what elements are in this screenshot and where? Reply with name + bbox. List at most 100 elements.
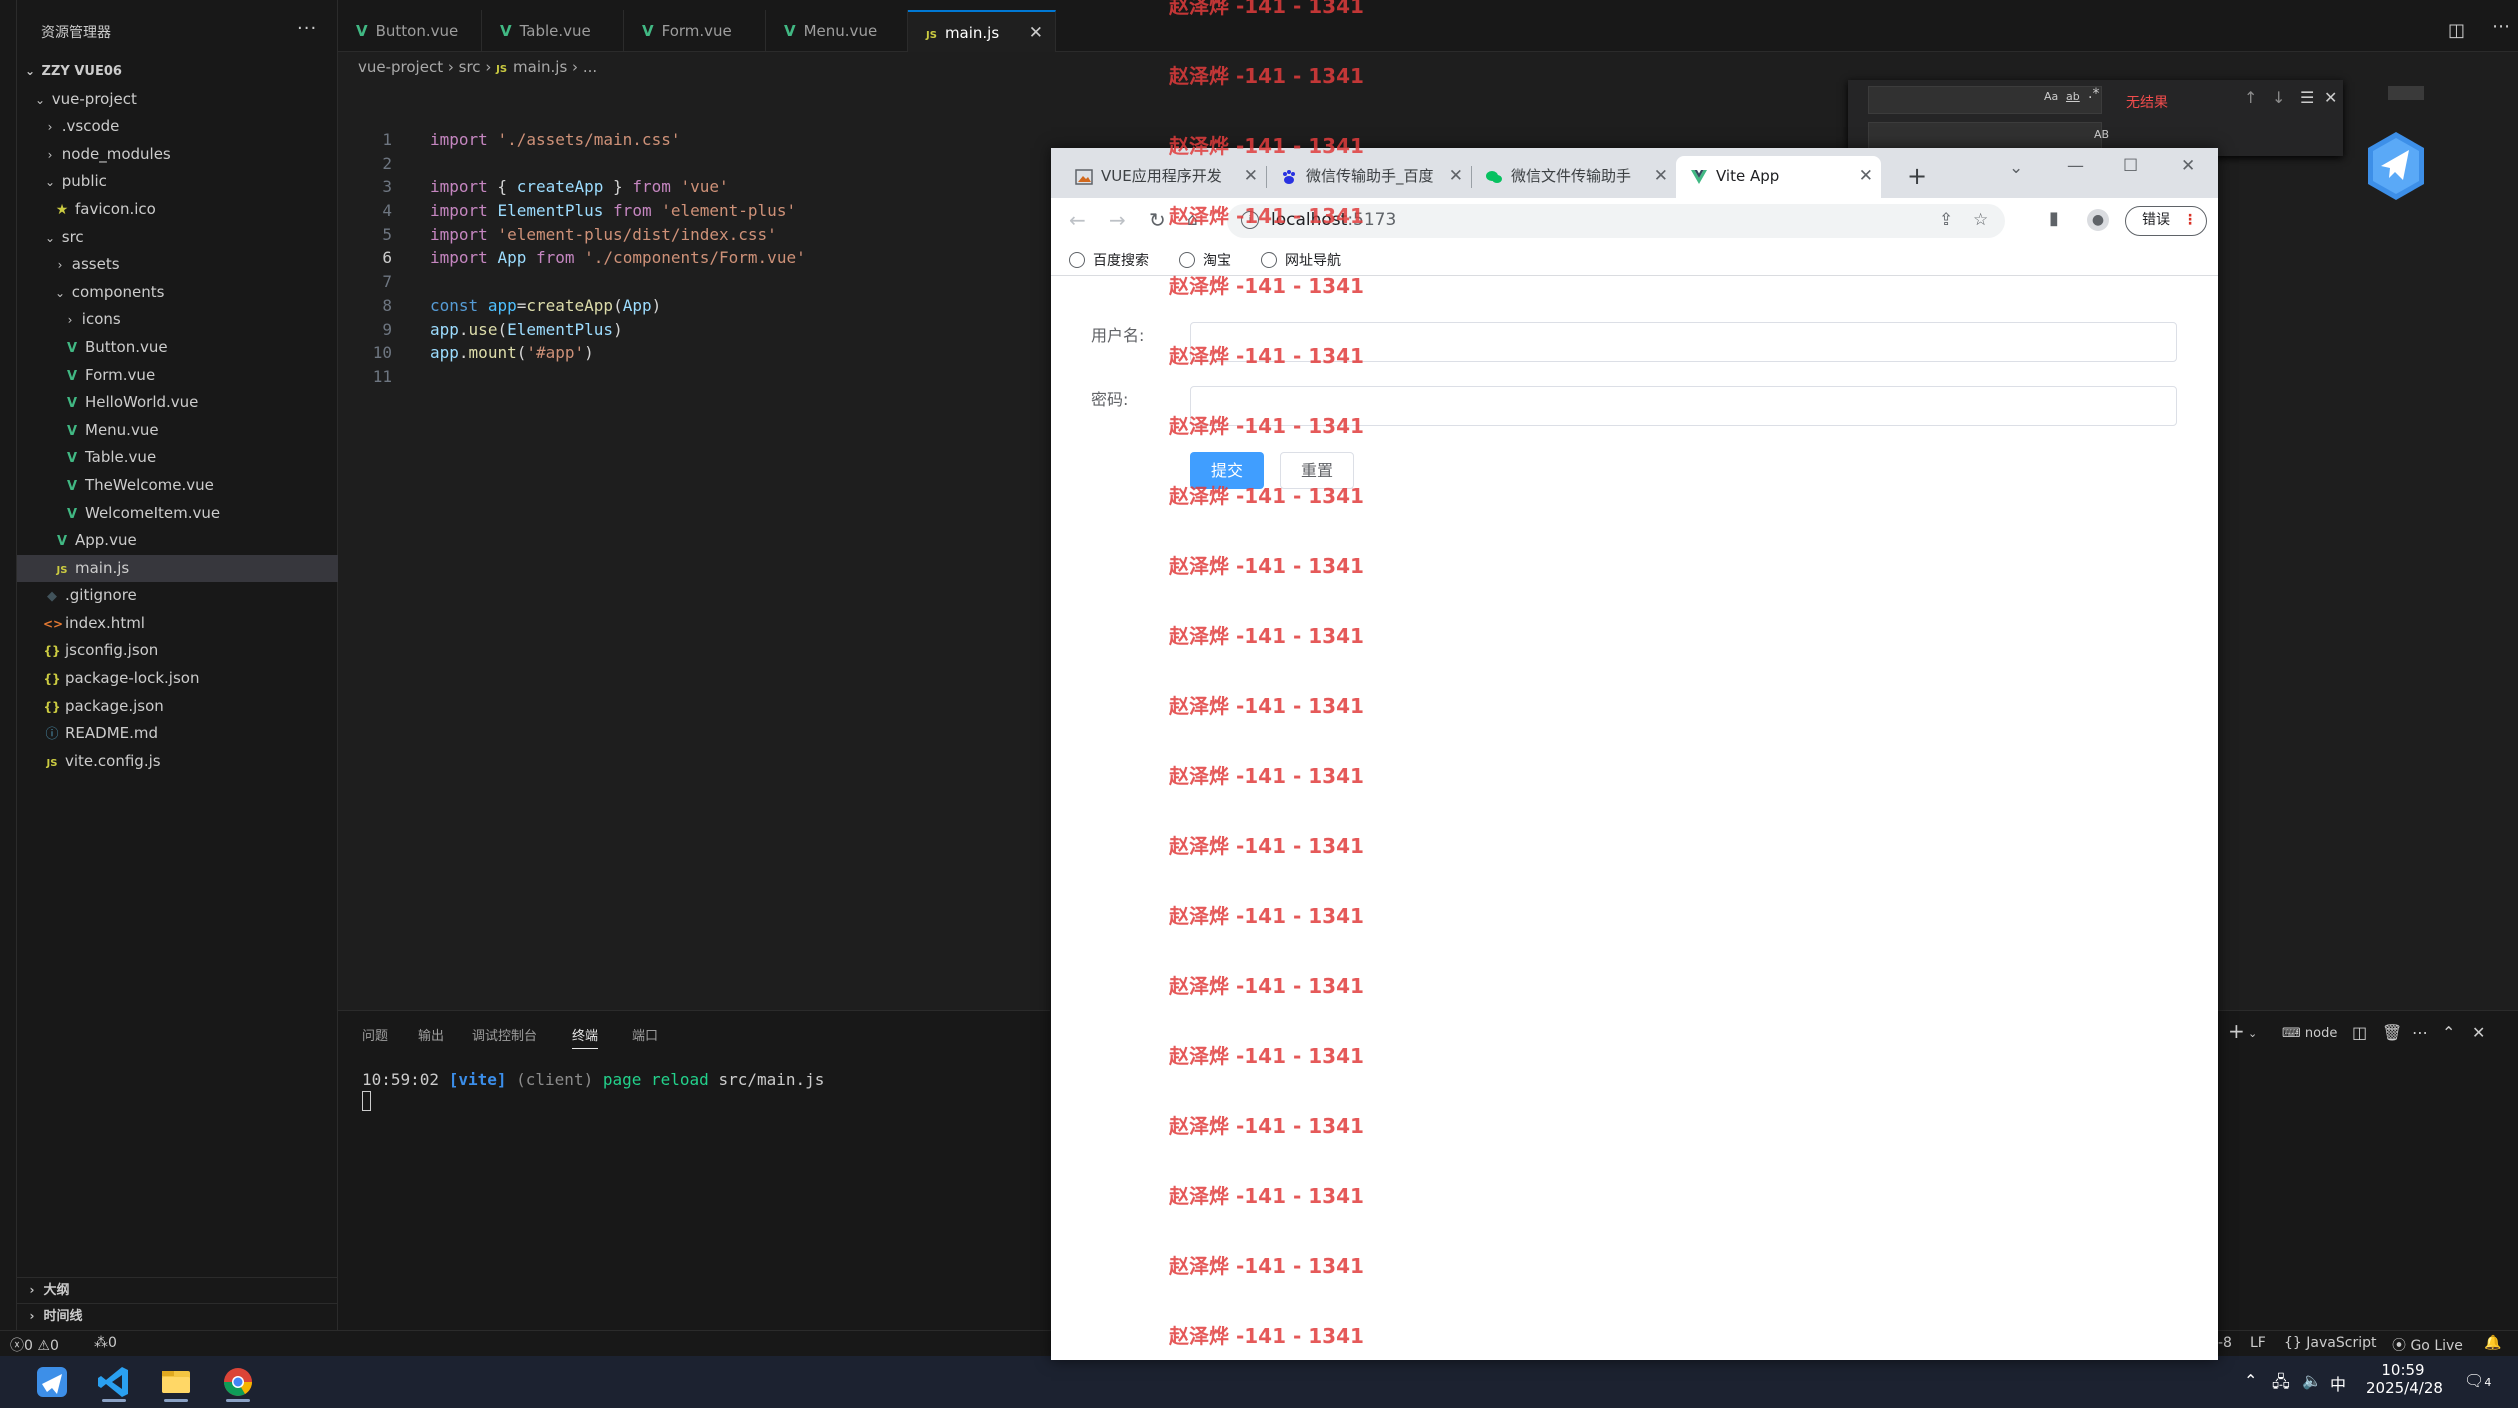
close-tab-icon[interactable]: ✕ xyxy=(1859,156,1873,196)
back-icon[interactable]: ← xyxy=(1069,208,1086,232)
explorer-more-icon[interactable]: ··· xyxy=(297,18,317,39)
editor-more-icon[interactable]: ⋯ xyxy=(2492,16,2510,37)
tree-folder[interactable]: › node_modules xyxy=(17,141,338,169)
browser-tab[interactable]: 微信传输助手_百度 ✕ xyxy=(1266,156,1471,198)
submit-button[interactable]: 提交 xyxy=(1190,452,1264,489)
password-input[interactable] xyxy=(1190,386,2177,426)
tree-folder[interactable]: › icons xyxy=(17,306,338,334)
tree-folder[interactable]: › .vscode xyxy=(17,113,338,141)
breadcrumb-item[interactable]: main.js xyxy=(513,58,567,76)
panel-more-icon[interactable]: ⋯ xyxy=(2412,1023,2428,1042)
notifications-icon[interactable]: 🔔 xyxy=(2484,1335,2501,1351)
encoding-status[interactable]: -8 xyxy=(2218,1335,2232,1351)
close-tab-icon[interactable]: ✕ xyxy=(1449,156,1463,196)
home-icon[interactable]: ⌂ xyxy=(1187,210,1198,230)
taskbar-chrome[interactable] xyxy=(216,1362,260,1402)
taskbar-file-explorer[interactable] xyxy=(154,1362,198,1402)
tree-folder[interactable]: ⌄ components xyxy=(17,279,338,307)
new-tab-button[interactable]: + xyxy=(1907,162,1927,190)
ports-status[interactable]: ⁂0 xyxy=(94,1335,117,1351)
outline-section[interactable]: › 大纲 xyxy=(17,1277,338,1301)
maximize-icon[interactable]: ☐ xyxy=(2123,156,2138,176)
trash-icon[interactable]: 🗑 xyxy=(2382,1023,2402,1042)
eol-status[interactable]: LF xyxy=(2250,1335,2266,1351)
tree-file[interactable]: {} package-lock.json xyxy=(17,665,338,693)
split-editor-icon[interactable]: ◫ xyxy=(2448,20,2465,41)
tree-folder[interactable]: ⌄ src xyxy=(17,224,338,252)
forward-icon[interactable]: → xyxy=(1109,208,1126,232)
share-icon[interactable]: ⇪ xyxy=(1939,210,1953,230)
arrow-down-icon[interactable]: ↓ xyxy=(2272,88,2285,107)
timeline-section[interactable]: › 时间线 xyxy=(17,1303,338,1327)
notification-center[interactable]: 🗨4 xyxy=(2464,1371,2491,1390)
bookmark-star-icon[interactable]: ☆ xyxy=(1973,210,1988,230)
tree-folder[interactable]: ⌄ ZZY VUE06 xyxy=(17,58,338,86)
panel-tab[interactable]: 端口 xyxy=(632,1025,658,1044)
tree-file[interactable]: V WelcomeItem.vue xyxy=(17,500,338,528)
bookmark-baidu[interactable]: 百度搜索 xyxy=(1069,250,1149,270)
panel-tab[interactable]: 输出 xyxy=(418,1025,444,1044)
preserve-case-icon[interactable]: AB xyxy=(2094,128,2109,141)
reset-button[interactable]: 重置 xyxy=(1280,452,1354,489)
problems-status[interactable]: ⓧ0 ⚠0 xyxy=(10,1335,59,1355)
terminal-shell[interactable]: ⌨ node xyxy=(2282,1026,2337,1041)
breadcrumb-item[interactable]: src xyxy=(459,58,481,76)
ime-indicator[interactable]: 中 xyxy=(2330,1371,2346,1395)
tree-file[interactable]: JS main.js xyxy=(17,554,338,583)
bookmark-taobao[interactable]: 淘宝 xyxy=(1179,250,1231,270)
editor-tab[interactable]: JS main.js ✕ xyxy=(908,10,1056,52)
tree-file[interactable]: V HelloWorld.vue xyxy=(17,389,338,417)
close-tab-icon[interactable]: ✕ xyxy=(1654,156,1668,196)
clock[interactable]: 10:59 2025/4/28 xyxy=(2366,1361,2443,1397)
taskbar-feishu[interactable] xyxy=(30,1362,74,1402)
bookmark-nav[interactable]: 网址导航 xyxy=(1261,250,1341,270)
side-panel-icon[interactable]: ▮ xyxy=(2049,208,2059,229)
tree-file[interactable]: V TheWelcome.vue xyxy=(17,472,338,500)
browser-tab[interactable]: Vite App ✕ xyxy=(1676,156,1881,198)
username-input[interactable] xyxy=(1190,322,2177,362)
language-status[interactable]: {} JavaScript xyxy=(2284,1335,2376,1351)
replace-input[interactable] xyxy=(1868,122,2102,150)
minimap[interactable] xyxy=(2388,86,2424,100)
address-bar[interactable]: i localhost:5173 ⇪ ☆ xyxy=(1227,204,2005,238)
arrow-up-icon[interactable]: ↑ xyxy=(2244,88,2257,107)
editor-tab[interactable]: V Table.vue xyxy=(482,10,624,52)
profile-avatar[interactable]: ● xyxy=(2087,209,2109,231)
new-terminal-icon[interactable]: + xyxy=(2228,1019,2245,1043)
whole-word-icon[interactable]: ab xyxy=(2066,90,2080,103)
breadcrumb-item[interactable]: vue-project xyxy=(358,58,443,76)
breadcrumb-item[interactable]: ... xyxy=(583,58,597,76)
tree-file[interactable]: V Form.vue xyxy=(17,362,338,390)
browser-tab[interactable]: 微信文件传输助手 ✕ xyxy=(1471,156,1676,198)
volume-icon[interactable]: 🔈 xyxy=(2302,1371,2322,1390)
tree-folder[interactable]: ⌄ public xyxy=(17,168,338,196)
close-icon[interactable]: ✕ xyxy=(2324,88,2337,107)
panel-tab[interactable]: 终端 xyxy=(572,1025,599,1049)
site-info-icon[interactable]: i xyxy=(1241,211,1259,229)
tray-chevron-up-icon[interactable]: ⌃ xyxy=(2244,1371,2257,1390)
browser-tab[interactable]: VUE应用程序开发 ✕ xyxy=(1061,156,1266,198)
close-icon[interactable]: ✕ xyxy=(1029,12,1043,54)
tree-file[interactable]: JS vite.config.js xyxy=(17,748,338,776)
tree-file[interactable]: ★ favicon.ico xyxy=(17,196,338,224)
editor-tab[interactable]: V Menu.vue xyxy=(766,10,908,52)
panel-tab[interactable]: 调试控制台 xyxy=(472,1025,537,1044)
taskbar-vscode[interactable] xyxy=(92,1362,136,1402)
tree-file[interactable]: V Table.vue xyxy=(17,444,338,472)
tree-file[interactable]: V Button.vue xyxy=(17,334,338,362)
floating-app-icon[interactable] xyxy=(2365,130,2427,202)
tree-file[interactable]: V App.vue xyxy=(17,527,338,555)
editor-tab[interactable]: V Form.vue xyxy=(624,10,766,52)
tree-folder[interactable]: › assets xyxy=(17,251,338,279)
error-button[interactable]: 错误 ⋮ xyxy=(2125,206,2207,236)
panel-tab[interactable]: 问题 xyxy=(362,1025,388,1044)
tree-file[interactable]: ⓘ README.md xyxy=(17,720,338,748)
maximize-panel-icon[interactable]: ⌃ xyxy=(2442,1023,2455,1042)
tree-file[interactable]: V Menu.vue xyxy=(17,417,338,445)
editor-tab[interactable]: V Button.vue xyxy=(338,10,482,52)
split-terminal-icon[interactable]: ◫ xyxy=(2352,1023,2367,1042)
minimize-icon[interactable]: — xyxy=(2067,156,2084,176)
tree-file[interactable]: ◆ .gitignore xyxy=(17,582,338,610)
tab-search-icon[interactable]: ⌄ xyxy=(2009,158,2023,178)
terminal-output[interactable]: 10:59:02 [vite] (client) page reload src… xyxy=(362,1069,824,1113)
